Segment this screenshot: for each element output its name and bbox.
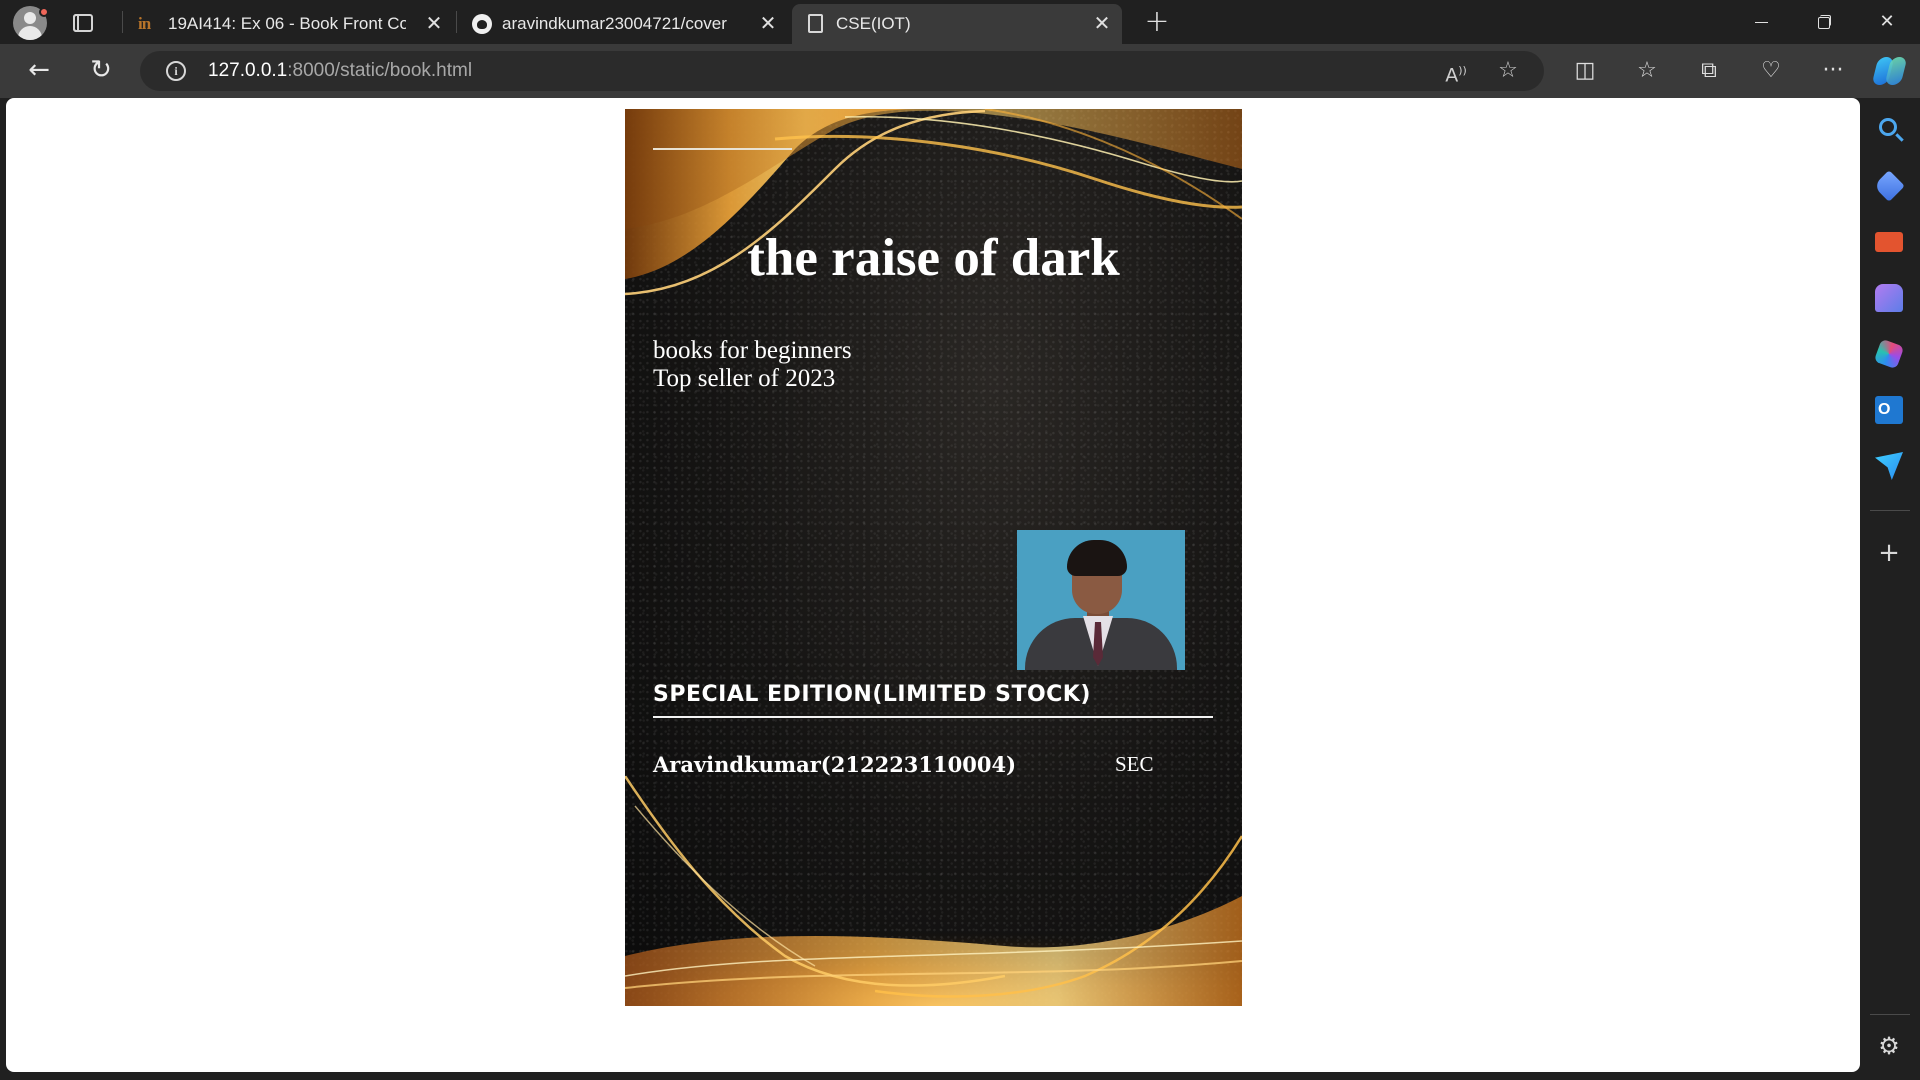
favorites-icon[interactable]: ☆ bbox=[1632, 56, 1662, 86]
tab-book-front-cover[interactable]: in 19AI414: Ex 06 - Book Front Cove ✕ bbox=[124, 4, 454, 44]
author-photo bbox=[1017, 530, 1185, 670]
refresh-icon[interactable]: ↻ bbox=[84, 54, 118, 88]
edition-label: SPECIAL EDITION(LIMITED STOCK) bbox=[653, 682, 1091, 707]
new-tab-button[interactable]: + bbox=[1142, 7, 1172, 38]
book-cover: the raise of dark books for beginners To… bbox=[625, 109, 1242, 1006]
search-icon[interactable] bbox=[1879, 118, 1897, 136]
college-name: SEC bbox=[1115, 752, 1154, 776]
tools-briefcase-icon[interactable] bbox=[1875, 232, 1903, 252]
more-options-icon[interactable]: ··· bbox=[1818, 56, 1848, 86]
edge-sidebar: + ⚙ bbox=[1860, 98, 1920, 1080]
close-tab-icon[interactable]: ✕ bbox=[756, 12, 780, 36]
browser-essentials-icon[interactable]: ♡ bbox=[1756, 56, 1786, 86]
sidebar-separator bbox=[1870, 510, 1910, 511]
add-sidebar-app-icon[interactable]: + bbox=[1875, 540, 1903, 568]
bottom-gold-wave bbox=[625, 776, 1242, 1006]
author-name: Aravindkumar(212223110004) bbox=[653, 752, 1017, 777]
microsoft-365-icon[interactable] bbox=[1873, 338, 1905, 370]
drop-send-icon[interactable] bbox=[1875, 452, 1903, 480]
address-bar[interactable]: i 127.0.0.1:8000/static/book.html A)) ☆ bbox=[140, 51, 1544, 91]
close-tab-icon[interactable]: ✕ bbox=[422, 12, 446, 36]
tab-separator bbox=[122, 11, 123, 33]
page-icon bbox=[808, 14, 823, 33]
tab-separator bbox=[456, 11, 457, 33]
subtitle-line-2: Top seller of 2023 bbox=[653, 365, 836, 392]
book-title: the raise of dark bbox=[747, 229, 1120, 287]
in-icon: in bbox=[138, 14, 151, 33]
shopping-tag-icon[interactable] bbox=[1873, 170, 1905, 202]
tab-actions-icon[interactable] bbox=[70, 11, 96, 35]
subtitle-line-1: books for beginners bbox=[653, 337, 852, 364]
minimize-button[interactable] bbox=[1738, 6, 1784, 38]
sidebar-separator bbox=[1870, 1014, 1910, 1015]
tab-actions-bar bbox=[73, 14, 79, 32]
restore-button[interactable] bbox=[1800, 6, 1846, 38]
tab-title: aravindkumar23004721/cover bbox=[502, 14, 727, 33]
outlook-icon[interactable] bbox=[1875, 396, 1903, 424]
book-subtitle: books for beginners Top seller of 2023 bbox=[653, 337, 852, 393]
url-path: :8000/static/book.html bbox=[287, 60, 473, 81]
site-info-icon[interactable]: i bbox=[166, 61, 186, 81]
read-aloud-icon[interactable]: A)) bbox=[1442, 57, 1470, 86]
collections-icon[interactable]: ⧉ bbox=[1694, 56, 1724, 86]
games-icon[interactable] bbox=[1875, 284, 1903, 312]
page-viewport: the raise of dark books for beginners To… bbox=[6, 98, 1860, 1072]
github-icon bbox=[472, 14, 492, 34]
sidebar-settings-icon[interactable]: ⚙ bbox=[1875, 1032, 1903, 1060]
close-window-button[interactable]: ✕ bbox=[1864, 6, 1910, 38]
url-host: 127.0.0.1 bbox=[208, 60, 288, 81]
cover-top-rule bbox=[653, 148, 792, 150]
photo-hair bbox=[1067, 540, 1127, 576]
browser-toolbar: ← ↻ i 127.0.0.1:8000/static/book.html A)… bbox=[0, 44, 1920, 98]
profile-head bbox=[24, 12, 36, 24]
copilot-icon[interactable] bbox=[1871, 54, 1908, 88]
edition-rule bbox=[653, 716, 1213, 718]
notification-dot bbox=[39, 7, 49, 17]
profile-body bbox=[18, 26, 42, 40]
split-screen-icon[interactable]: ◫ bbox=[1570, 56, 1600, 86]
tab-github-cover[interactable]: aravindkumar23004721/cover ✕ bbox=[458, 4, 788, 44]
tab-title: CSE(IOT) bbox=[836, 14, 911, 33]
tab-title: 19AI414: Ex 06 - Book Front Cove bbox=[168, 14, 406, 33]
url-text[interactable]: 127.0.0.1:8000/static/book.html bbox=[208, 60, 472, 82]
tab-strip: in 19AI414: Ex 06 - Book Front Cove ✕ ar… bbox=[0, 0, 1920, 44]
close-tab-icon[interactable]: ✕ bbox=[1090, 12, 1114, 36]
tab-cse-iot[interactable]: CSE(IOT) ✕ bbox=[792, 4, 1122, 44]
favorite-star-icon[interactable]: ☆ bbox=[1494, 57, 1522, 85]
back-arrow-icon[interactable]: ← bbox=[22, 54, 56, 88]
